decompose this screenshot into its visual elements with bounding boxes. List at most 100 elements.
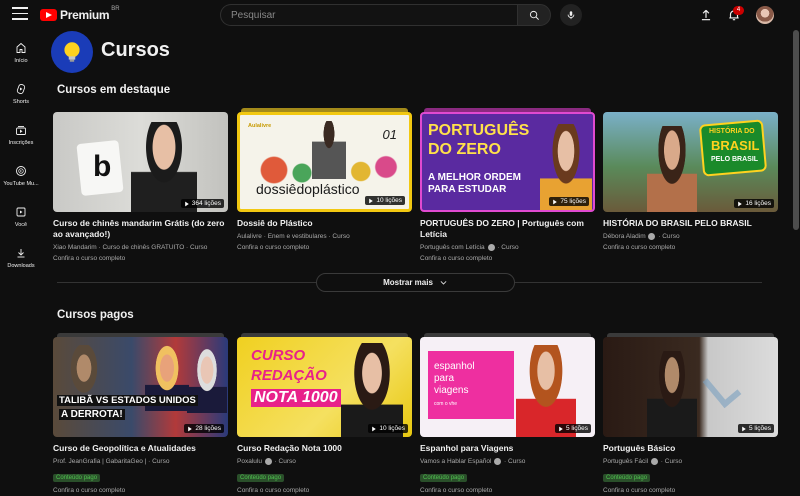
paid-section-title: Cursos pagos bbox=[57, 309, 134, 321]
course-meta: Poxalulu · Curso bbox=[237, 457, 412, 466]
sidebar-item-you[interactable]: Você bbox=[0, 206, 42, 240]
thumbnail-art-number: 01 bbox=[382, 127, 397, 142]
sidebar-item-label: Downloads bbox=[7, 263, 35, 269]
course-thumbnail[interactable]: espanhol para viagens com o vhe 5 lições bbox=[420, 337, 595, 437]
view-full-course-link[interactable]: Confira o curso completo bbox=[420, 487, 595, 494]
youtube-premium-logo[interactable]: Premium BR bbox=[40, 6, 120, 22]
sidebar-item-youtube-music[interactable]: YouTube Mu... bbox=[0, 165, 42, 199]
view-full-course-link[interactable]: Confira o curso completo bbox=[420, 255, 595, 262]
thumbnail-art-line: PELO BRASIL bbox=[711, 156, 759, 163]
lessons-badge: 364 lições bbox=[180, 199, 224, 208]
course-meta: Português com Letícia · Curso bbox=[420, 243, 595, 252]
thumbnail-art-person bbox=[647, 126, 697, 212]
view-full-course-link[interactable]: Confira o curso completo bbox=[603, 487, 778, 494]
course-type: · Curso bbox=[148, 458, 170, 465]
paid-course-card[interactable]: TALIBÃ VS ESTADOS UNIDOS A DERROTA! 28 l… bbox=[53, 333, 228, 494]
sidebar-item-downloads[interactable]: Downloads bbox=[0, 247, 42, 281]
channel-name[interactable]: Poxalulu bbox=[237, 458, 262, 465]
featured-course-card[interactable]: Aulalivre 01 dossiêdoplástico 10 lições … bbox=[237, 108, 412, 251]
course-thumbnail[interactable]: CURSO REDAÇÃO NOTA 1000 10 lições bbox=[237, 337, 412, 437]
channel-name[interactable]: Português com Letícia bbox=[420, 244, 485, 251]
menu-icon[interactable] bbox=[12, 7, 28, 21]
thumbnail-art-line: PORTUGUÊS bbox=[428, 122, 530, 139]
view-full-course-link[interactable]: Confira o curso completo bbox=[53, 255, 228, 262]
course-title[interactable]: Curso Redação Nota 1000 bbox=[237, 443, 412, 454]
paid-course-card[interactable]: 5 lições Português Básico Português Fáci… bbox=[603, 333, 778, 494]
scrollbar-thumb[interactable] bbox=[793, 30, 799, 230]
voice-search-button[interactable] bbox=[560, 4, 582, 26]
chevron-down-icon bbox=[440, 281, 447, 285]
search-icon bbox=[529, 10, 539, 20]
course-type: · Curso bbox=[497, 244, 519, 251]
thumbnail-art-line: REDAÇÃO bbox=[251, 367, 327, 384]
view-full-course-link[interactable]: Confira o curso completo bbox=[237, 487, 412, 494]
course-title[interactable]: Espanhol para Viagens bbox=[420, 443, 595, 454]
view-full-course-link[interactable]: Confira o curso completo bbox=[237, 244, 412, 251]
playlist-icon bbox=[184, 201, 189, 206]
verified-icon bbox=[494, 457, 502, 465]
shorts-icon bbox=[16, 83, 26, 95]
thumbnail-art-line: TALIBÃ VS ESTADOS UNIDOS bbox=[57, 395, 198, 406]
verified-icon bbox=[487, 243, 495, 251]
thumbnail-art-line: A MELHOR ORDEM bbox=[428, 172, 521, 183]
page-title: Cursos bbox=[101, 39, 170, 61]
course-type: · Curso bbox=[660, 458, 683, 465]
course-title[interactable]: PORTUGUÊS DO ZERO | Português com Letíci… bbox=[420, 218, 595, 240]
course-title[interactable]: Curso de chinês mandarim Grátis (do zero… bbox=[53, 218, 228, 240]
lessons-badge: 5 lições bbox=[554, 424, 591, 433]
lessons-badge: 75 lições bbox=[549, 197, 589, 206]
sidebar-item-subscriptions[interactable]: Inscrições bbox=[0, 124, 42, 158]
course-title[interactable]: Curso de Geopolítica e Atualidades bbox=[53, 443, 228, 454]
channel-name[interactable]: Português Fácil bbox=[603, 458, 648, 465]
thumbnail-art-person bbox=[341, 343, 403, 437]
featured-course-card[interactable]: PORTUGUÊS DO ZERO A MELHOR ORDEM PARA ES… bbox=[420, 108, 595, 262]
course-thumbnail[interactable]: 5 lições bbox=[603, 337, 778, 437]
course-thumbnail[interactable]: PORTUGUÊS DO ZERO A MELHOR ORDEM PARA ES… bbox=[420, 112, 595, 212]
search-bar bbox=[220, 4, 551, 26]
thumbnail-art-line: NOTA 1000 bbox=[251, 389, 341, 407]
thumbnail-art-line: CURSO bbox=[251, 347, 306, 364]
paid-content-badge: Conteúdo pago bbox=[420, 474, 468, 482]
subscriptions-icon bbox=[16, 126, 26, 135]
playlist-icon bbox=[742, 426, 746, 431]
channel-name[interactable]: Prof. JeanGrafia | GabaritaGeo | bbox=[53, 458, 146, 465]
lessons-count: 10 lições bbox=[376, 197, 402, 204]
search-button[interactable] bbox=[517, 4, 551, 26]
paid-course-card[interactable]: CURSO REDAÇÃO NOTA 1000 10 lições Curso … bbox=[237, 333, 412, 494]
course-title[interactable]: Português Básico bbox=[603, 443, 778, 454]
sidebar-item-label: Inscrições bbox=[8, 140, 34, 146]
create-upload-icon[interactable] bbox=[699, 8, 713, 22]
channel-name[interactable]: Vamos a Hablar Español bbox=[420, 458, 491, 465]
lessons-count: 16 lições bbox=[745, 200, 771, 207]
playlist-icon bbox=[559, 426, 563, 431]
course-thumbnail[interactable]: HISTÓRIA DO BRASIL PELO BRASIL 16 lições bbox=[603, 112, 778, 212]
featured-section-title: Cursos em destaque bbox=[57, 84, 171, 96]
course-thumbnail[interactable]: Aulalivre 01 dossiêdoplástico 10 lições bbox=[237, 112, 412, 212]
lightbulb-icon bbox=[64, 42, 80, 62]
course-title[interactable]: Dossiê do Plástico bbox=[237, 218, 412, 229]
logo-text: Premium bbox=[60, 8, 110, 22]
show-more-button[interactable]: Mostrar mais bbox=[316, 273, 515, 292]
course-title[interactable]: HISTÓRIA DO BRASIL PELO BRASIL bbox=[603, 218, 778, 229]
page-scrollbar[interactable] bbox=[792, 30, 800, 496]
search-input[interactable] bbox=[220, 4, 517, 26]
lessons-badge: 5 lições bbox=[737, 424, 774, 433]
course-thumbnail[interactable]: b 364 lições bbox=[53, 112, 228, 212]
thumbnail-art-line: A DERROTA! bbox=[59, 409, 125, 420]
view-full-course-link[interactable]: Confira o curso completo bbox=[603, 244, 778, 251]
sidebar-item-home[interactable]: Início bbox=[0, 42, 42, 76]
lessons-badge: 16 lições bbox=[734, 199, 774, 208]
course-thumbnail[interactable]: TALIBÃ VS ESTADOS UNIDOS A DERROTA! 28 l… bbox=[53, 337, 228, 437]
logo-country: BR bbox=[111, 6, 120, 12]
account-avatar[interactable] bbox=[756, 6, 774, 24]
sidebar-item-shorts[interactable]: Shorts bbox=[0, 83, 42, 117]
playlist-icon bbox=[369, 198, 374, 203]
course-meta: Aulalivre · Enem e vestibulares · Curso bbox=[237, 233, 350, 240]
channel-name[interactable]: Débora Aladim bbox=[603, 233, 646, 240]
playlist-icon bbox=[738, 201, 743, 206]
paid-course-card[interactable]: espanhol para viagens com o vhe 5 lições… bbox=[420, 333, 595, 494]
featured-course-card[interactable]: b 364 lições Curso de chinês mandarim Gr… bbox=[53, 112, 228, 262]
view-full-course-link[interactable]: Confira o curso completo bbox=[53, 487, 228, 494]
course-meta: Vamos a Hablar Español · Curso bbox=[420, 457, 595, 466]
featured-course-card[interactable]: HISTÓRIA DO BRASIL PELO BRASIL 16 lições… bbox=[603, 112, 778, 251]
